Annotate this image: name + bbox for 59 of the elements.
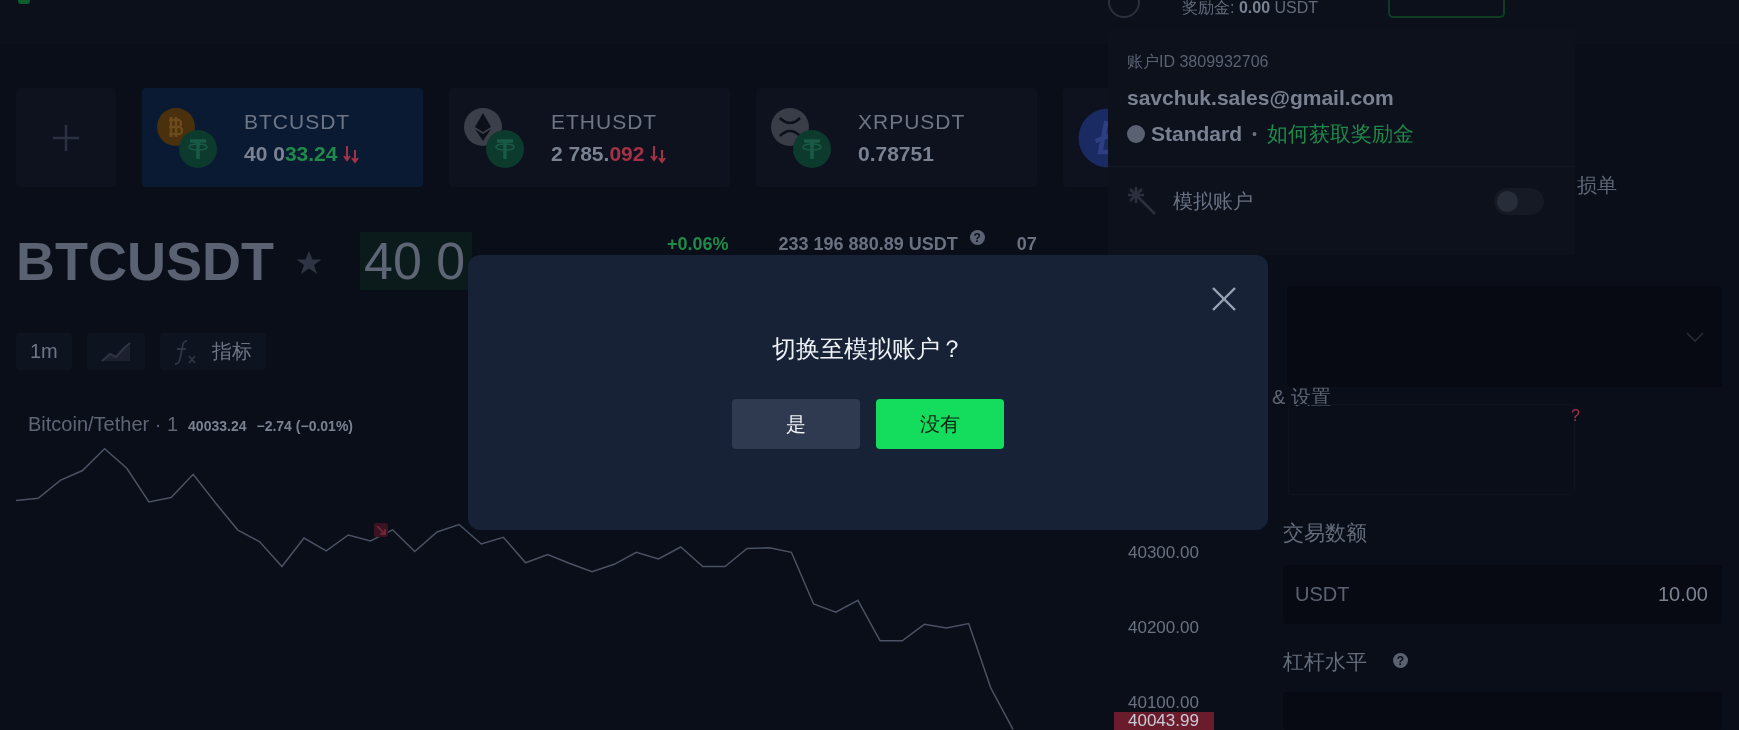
- select-field[interactable]: [1287, 286, 1722, 388]
- ticker-price: 40 033.24: [244, 141, 338, 166]
- axis-label: 40100.00: [1128, 692, 1199, 714]
- close-button[interactable]: [1211, 286, 1237, 312]
- bonus-balance: 奖励金: 0.00 USDT: [1182, 0, 1319, 16]
- ticker-price: 2 785.092: [551, 141, 645, 166]
- ticker-card[interactable]: BTCUSDT 40 033.24: [142, 88, 423, 187]
- field-label: 交易数额: [1283, 520, 1368, 547]
- ticker-symbol: XRPUSDT: [858, 109, 966, 134]
- close-icon: [1211, 286, 1237, 312]
- ticker-symbol: ETHUSDT: [551, 109, 659, 134]
- logo-icon: [18, 0, 30, 4]
- order-tab[interactable]: 损单: [1577, 172, 1722, 195]
- separator-dot: •: [1252, 126, 1257, 142]
- ticker-card[interactable]: XRPUSDT 0.78751: [756, 88, 1037, 187]
- yes-button[interactable]: 是: [732, 399, 860, 449]
- status-dot-icon: [1127, 125, 1145, 143]
- help-icon[interactable]: ?: [1393, 653, 1408, 669]
- star-icon[interactable]: [296, 250, 322, 275]
- legend-change: −2.74 (−0.01%): [256, 418, 353, 434]
- trade-marker-icon: [374, 523, 388, 537]
- axis-label: 40200.00: [1128, 617, 1199, 639]
- toggle-switch[interactable]: [1494, 187, 1544, 215]
- price-change: +0.06%: [667, 234, 729, 254]
- volume-value: 233 196 880.89 USDT: [778, 234, 958, 254]
- indicators-button[interactable]: 指标: [159, 333, 266, 370]
- area-chart-icon: [100, 340, 131, 363]
- bonus-link[interactable]: 如何获取奖励金: [1266, 120, 1414, 148]
- coin-icon: [156, 106, 218, 169]
- add-button[interactable]: [16, 88, 116, 187]
- sparkle-icon: [1127, 186, 1157, 216]
- ticker-price: 0.78751: [858, 141, 934, 166]
- legend-price: 40033.24: [188, 418, 247, 434]
- series-name: Bitcoin/Tether · 1: [28, 413, 179, 436]
- dialog-title: 切换至模拟账户？: [772, 334, 964, 364]
- chart-type-button[interactable]: [86, 333, 145, 370]
- price-display: 40 0: [360, 232, 472, 290]
- coin-icon: [463, 106, 525, 169]
- account-email: savchuk.sales@gmail.com: [1127, 86, 1395, 110]
- instrument-symbol: BTCUSDT: [16, 232, 274, 290]
- ticker-symbol: BTCUSDT: [244, 109, 352, 134]
- last-price-tag: 40043.99: [1114, 712, 1214, 730]
- field-label: 杠杆水平: [1283, 648, 1367, 675]
- tier-label: Standard: [1151, 122, 1242, 146]
- no-button[interactable]: 没有: [876, 399, 1004, 449]
- demo-account-label: 模拟账户: [1173, 188, 1253, 214]
- account-id: 账户ID 3809932706: [1127, 52, 1270, 72]
- amount-field[interactable]: USDT 10.00: [1283, 565, 1722, 624]
- warning-mark: ?: [1571, 407, 1580, 426]
- ticker-card[interactable]: ETHUSDT 2 785.092: [449, 88, 730, 187]
- header-value: 07: [1016, 234, 1037, 254]
- axis-label: 40300.00: [1128, 542, 1199, 564]
- help-icon[interactable]: ?: [969, 230, 985, 245]
- plus-icon: [51, 122, 81, 153]
- outline-button[interactable]: [1388, 0, 1506, 18]
- interval-button[interactable]: 1m: [16, 333, 72, 370]
- chevron-icon: [1686, 331, 1704, 342]
- coin-icon: [770, 106, 832, 169]
- function-icon: [173, 338, 198, 365]
